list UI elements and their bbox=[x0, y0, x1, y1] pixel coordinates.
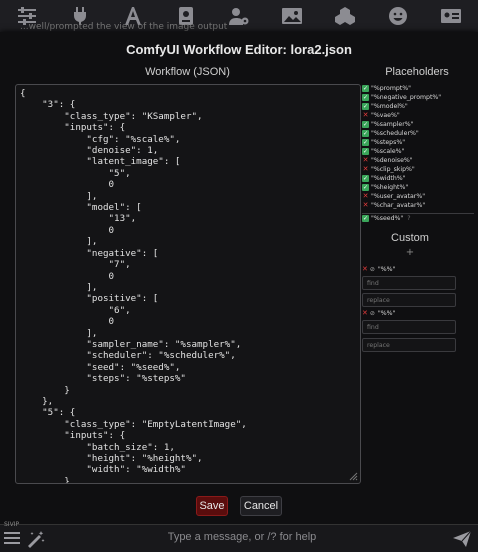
workflow-label: Workflow (JSON) bbox=[145, 66, 230, 78]
check-icon[interactable]: ✓ bbox=[362, 94, 369, 101]
placeholder-name: "%height%" bbox=[371, 184, 409, 191]
resize-grip-icon[interactable] bbox=[349, 472, 358, 481]
placeholder-item: ✓ "%steps%" bbox=[362, 138, 474, 147]
placeholder-name: "%steps%" bbox=[371, 139, 406, 146]
placeholder-item: ✓ "%sampler%" bbox=[362, 120, 474, 129]
image-icon[interactable] bbox=[281, 6, 303, 26]
check-icon[interactable]: ✓ bbox=[362, 85, 369, 92]
check-icon[interactable]: ✓ bbox=[362, 148, 369, 155]
workflow-editor-dialog: ComfyUI Workflow Editor: lora2.json Work… bbox=[0, 32, 478, 524]
cubes-icon[interactable] bbox=[334, 6, 356, 26]
circle-icon: ⊘ bbox=[369, 265, 375, 273]
chat-input[interactable]: Type a message, or /? for help bbox=[52, 531, 432, 543]
dialog-title: ComfyUI Workflow Editor: lora2.json bbox=[126, 42, 352, 57]
save-button[interactable]: Save bbox=[196, 496, 228, 516]
cross-icon[interactable]: ✕ bbox=[362, 202, 369, 209]
placeholder-name: "%scale%" bbox=[371, 148, 405, 155]
custom-entry-name: "%%" bbox=[377, 265, 396, 273]
send-icon[interactable] bbox=[452, 530, 472, 552]
placeholder-item: ✓ "%negative_prompt%" bbox=[362, 93, 474, 102]
cross-icon[interactable]: ✕ bbox=[362, 166, 369, 173]
custom-entry-1: ✕ ⊘ "%%" bbox=[362, 265, 458, 273]
background-hint: ...well/prompted the view of the image o… bbox=[20, 22, 228, 32]
custom-replace-input[interactable] bbox=[362, 338, 456, 352]
placeholder-item: ✕ "%char_avatar%" bbox=[362, 201, 474, 210]
divider bbox=[362, 213, 474, 214]
custom-replace-input[interactable] bbox=[362, 293, 456, 307]
seed-placeholder: ✓ "%seed%" ? bbox=[362, 215, 411, 222]
placeholder-item: ✕ "%denoise%" bbox=[362, 156, 474, 165]
placeholder-name: "%negative_prompt%" bbox=[371, 94, 442, 101]
custom-add-button[interactable]: + bbox=[362, 247, 458, 258]
check-icon[interactable]: ✓ bbox=[362, 139, 369, 146]
placeholder-name: "%denoise%" bbox=[371, 157, 413, 164]
seed-placeholder-name: "%seed%" bbox=[371, 215, 404, 222]
check-icon[interactable]: ✓ bbox=[362, 103, 369, 110]
id-card-icon[interactable] bbox=[440, 6, 462, 26]
custom-entry-name: "%%" bbox=[377, 309, 396, 317]
remove-icon[interactable]: ✕ bbox=[362, 309, 368, 317]
placeholder-name: "%scheduler%" bbox=[371, 130, 419, 137]
workflow-json-text[interactable]: { "3": { "class_type": "KSampler", "inpu… bbox=[16, 85, 360, 483]
cross-icon[interactable]: ✕ bbox=[362, 157, 369, 164]
placeholders-list: ✓ "%prompt%" ✓ "%negative_prompt%" ✓ "%model%… bbox=[362, 84, 474, 217]
smiley-icon[interactable] bbox=[387, 6, 409, 26]
placeholder-item: ✕ "%user_avatar%" bbox=[362, 192, 474, 201]
hamburger-menu-icon[interactable] bbox=[4, 530, 22, 550]
custom-label: Custom bbox=[391, 232, 429, 244]
placeholder-name: "%model%" bbox=[371, 103, 408, 110]
placeholder-name: "%user_avatar%" bbox=[371, 193, 426, 200]
placeholder-name: "%sampler%" bbox=[371, 121, 414, 128]
placeholder-item: ✓ "%width%" bbox=[362, 174, 474, 183]
placeholder-item: ✕ "%clip_skip%" bbox=[362, 165, 474, 174]
placeholder-item: ✓ "%model%" bbox=[362, 102, 474, 111]
placeholder-name: "%vae%" bbox=[371, 112, 400, 119]
placeholder-item: ✓ "%prompt%" bbox=[362, 84, 474, 93]
placeholder-name: "%prompt%" bbox=[371, 85, 411, 92]
magic-wand-icon[interactable] bbox=[26, 530, 46, 552]
circle-icon: ⊘ bbox=[369, 309, 375, 317]
check-icon[interactable]: ✓ bbox=[362, 130, 369, 137]
placeholder-name: "%width%" bbox=[371, 175, 406, 182]
seed-check-icon[interactable]: ✓ bbox=[362, 215, 369, 222]
tiny-label: SIVIP bbox=[4, 521, 20, 528]
placeholder-item: ✓ "%scale%" bbox=[362, 147, 474, 156]
placeholder-name: "%clip_skip%" bbox=[371, 166, 415, 173]
cancel-button[interactable]: Cancel bbox=[240, 496, 282, 516]
check-icon[interactable]: ✓ bbox=[362, 175, 369, 182]
cross-icon[interactable]: ✕ bbox=[362, 193, 369, 200]
seed-hint-icon[interactable]: ? bbox=[407, 215, 410, 222]
placeholder-item: ✕ "%vae%" bbox=[362, 111, 474, 120]
custom-find-input[interactable] bbox=[362, 320, 456, 334]
placeholder-name: "%char_avatar%" bbox=[371, 202, 426, 209]
check-icon[interactable]: ✓ bbox=[362, 121, 369, 128]
placeholders-label: Placeholders bbox=[385, 66, 449, 78]
placeholder-item: ✓ "%scheduler%" bbox=[362, 129, 474, 138]
workflow-json-editor[interactable]: { "3": { "class_type": "KSampler", "inpu… bbox=[15, 84, 361, 484]
user-gear-icon[interactable] bbox=[228, 6, 250, 26]
custom-entry-2: ✕ ⊘ "%%" bbox=[362, 309, 458, 317]
remove-icon[interactable]: ✕ bbox=[362, 265, 368, 273]
placeholder-item: ✓ "%height%" bbox=[362, 183, 474, 192]
check-icon[interactable]: ✓ bbox=[362, 184, 369, 191]
custom-find-input[interactable] bbox=[362, 276, 456, 290]
chat-bar: SIVIP Type a message, or /? for help bbox=[0, 521, 478, 552]
cross-icon[interactable]: ✕ bbox=[362, 112, 369, 119]
